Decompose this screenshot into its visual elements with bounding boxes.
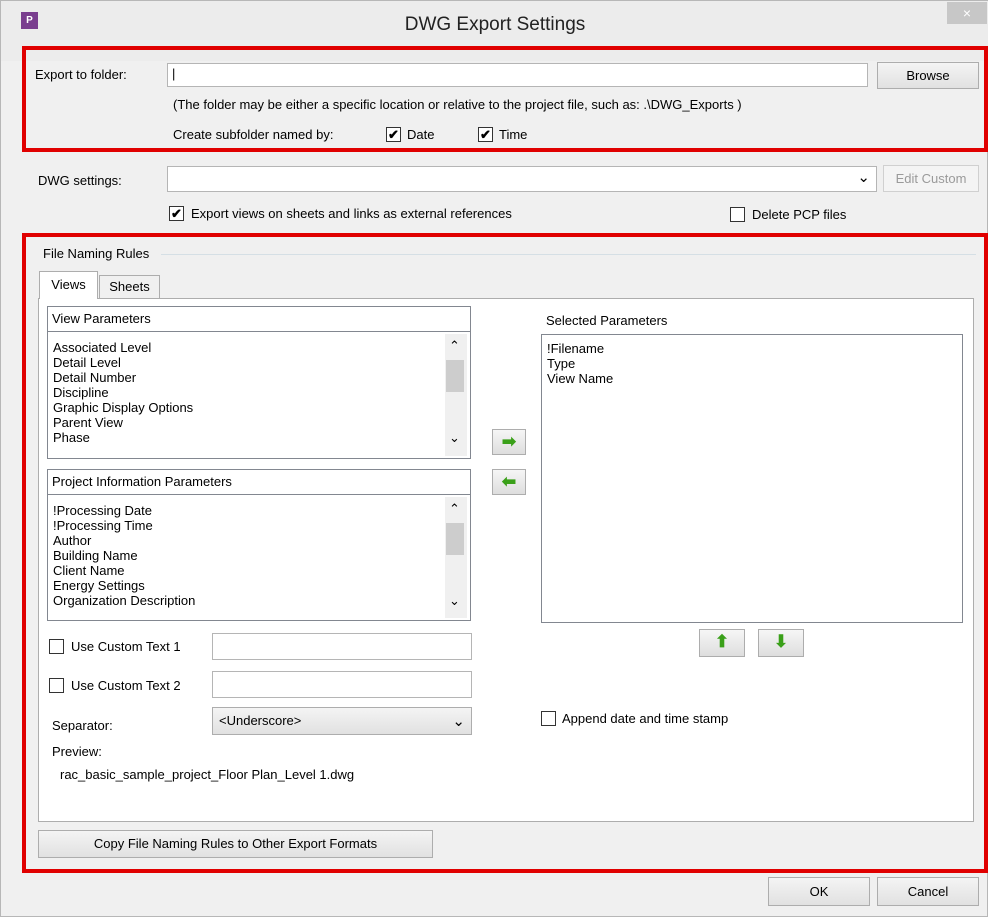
list-item[interactable]: View Name (542, 371, 962, 386)
arrow-down-icon: ⬇ (773, 632, 789, 651)
list-item[interactable]: !Filename (542, 341, 962, 356)
export-folder-input[interactable]: | (167, 63, 868, 87)
custom-text-2-checkbox[interactable] (49, 678, 64, 693)
list-item[interactable]: Associated Level (48, 340, 470, 355)
arrow-right-icon: ➡ (501, 432, 517, 451)
list-item[interactable]: !Processing Time (48, 518, 470, 533)
scroll-thumb[interactable] (446, 523, 464, 555)
list-item[interactable]: Graphic Display Options (48, 400, 470, 415)
cancel-button[interactable]: Cancel (877, 877, 979, 906)
move-down-button[interactable]: ⬇ (758, 629, 804, 657)
chevron-down-icon: ⌄ (452, 713, 465, 730)
separator-label: Separator: (52, 718, 113, 733)
copy-naming-rules-button[interactable]: Copy File Naming Rules to Other Export F… (38, 830, 433, 858)
subfolder-label: Create subfolder named by: (173, 127, 334, 142)
view-params-list[interactable]: Associated Level Detail Level Detail Num… (47, 331, 471, 459)
preview-label: Preview: (52, 744, 102, 759)
separator-dropdown[interactable]: <Underscore> ⌄ (212, 707, 472, 735)
list-item[interactable]: Organization Description (48, 593, 470, 608)
dialog-window: P DWG Export Settings × Export to folder… (0, 0, 988, 917)
custom-text-1-label: Use Custom Text 1 (71, 639, 181, 654)
separator-value: <Underscore> (219, 713, 302, 728)
date-label: Date (407, 127, 435, 142)
view-params-scrollbar[interactable]: ⌃ ⌄ (445, 334, 467, 456)
tab-views[interactable]: Views (39, 271, 98, 299)
project-params-list[interactable]: !Processing Date !Processing Time Author… (47, 494, 471, 621)
file-naming-group-label: File Naming Rules (43, 246, 150, 261)
list-item[interactable]: Author (48, 533, 470, 548)
add-parameter-button[interactable]: ➡ (492, 429, 526, 455)
custom-text-2-input[interactable] (212, 671, 472, 698)
dialog-title: DWG Export Settings (404, 14, 586, 35)
list-item[interactable]: Phase (48, 430, 470, 445)
arrow-left-icon: ⬅ (501, 472, 517, 491)
date-checkbox[interactable]: ✔ (386, 127, 401, 142)
scroll-up-icon[interactable]: ⌃ (449, 501, 460, 517)
project-params-scrollbar[interactable]: ⌃ ⌄ (445, 497, 467, 618)
export-folder-value: | (172, 66, 176, 81)
scroll-down-icon[interactable]: ⌄ (449, 430, 460, 446)
scroll-down-icon[interactable]: ⌄ (449, 593, 460, 609)
append-timestamp-label: Append date and time stamp (562, 711, 729, 726)
list-item[interactable]: !Processing Date (48, 503, 470, 518)
list-item[interactable]: Client Name (48, 563, 470, 578)
list-item[interactable]: Parent View (48, 415, 470, 430)
list-item[interactable]: Type (542, 356, 962, 371)
xref-checkbox[interactable]: ✔ (169, 206, 184, 221)
chevron-down-icon: ⌄ (857, 169, 870, 186)
remove-parameter-button[interactable]: ⬅ (492, 469, 526, 495)
scroll-up-icon[interactable]: ⌃ (449, 338, 460, 354)
list-item[interactable]: Detail Number (48, 370, 470, 385)
list-item[interactable]: Building Name (48, 548, 470, 563)
xref-label: Export views on sheets and links as exte… (191, 206, 512, 221)
selected-params-label: Selected Parameters (546, 313, 668, 328)
close-icon: × (962, 5, 972, 21)
list-item[interactable]: Detail Level (48, 355, 470, 370)
time-label: Time (499, 127, 528, 142)
delete-pcp-label: Delete PCP files (752, 207, 847, 222)
edit-custom-button[interactable]: Edit Custom (883, 165, 979, 192)
group-divider (161, 254, 976, 255)
selected-params-list[interactable]: !Filename Type View Name (541, 334, 963, 623)
dwg-settings-dropdown[interactable]: ⌄ (167, 166, 877, 192)
project-params-header: Project Information Parameters (47, 469, 471, 495)
custom-text-1-checkbox[interactable] (49, 639, 64, 654)
ok-button[interactable]: OK (768, 877, 870, 906)
delete-pcp-checkbox[interactable] (730, 207, 745, 222)
move-up-button[interactable]: ⬆ (699, 629, 745, 657)
list-item[interactable]: Discipline (48, 385, 470, 400)
view-params-header: View Parameters (47, 306, 471, 332)
custom-text-1-input[interactable] (212, 633, 472, 660)
export-folder-hint: (The folder may be either a specific loc… (173, 97, 742, 112)
tab-sheets[interactable]: Sheets (99, 275, 160, 298)
list-item[interactable]: Energy Settings (48, 578, 470, 593)
custom-text-2-label: Use Custom Text 2 (71, 678, 181, 693)
close-button[interactable]: × (947, 2, 987, 24)
browse-button[interactable]: Browse (877, 62, 979, 89)
export-folder-label: Export to folder: (35, 67, 127, 82)
arrow-up-icon: ⬆ (714, 632, 730, 651)
time-checkbox[interactable]: ✔ (478, 127, 493, 142)
dwg-settings-label: DWG settings: (38, 173, 122, 188)
append-timestamp-checkbox[interactable] (541, 711, 556, 726)
scroll-thumb[interactable] (446, 360, 464, 392)
preview-value: rac_basic_sample_project_Floor Plan_Leve… (60, 767, 355, 782)
